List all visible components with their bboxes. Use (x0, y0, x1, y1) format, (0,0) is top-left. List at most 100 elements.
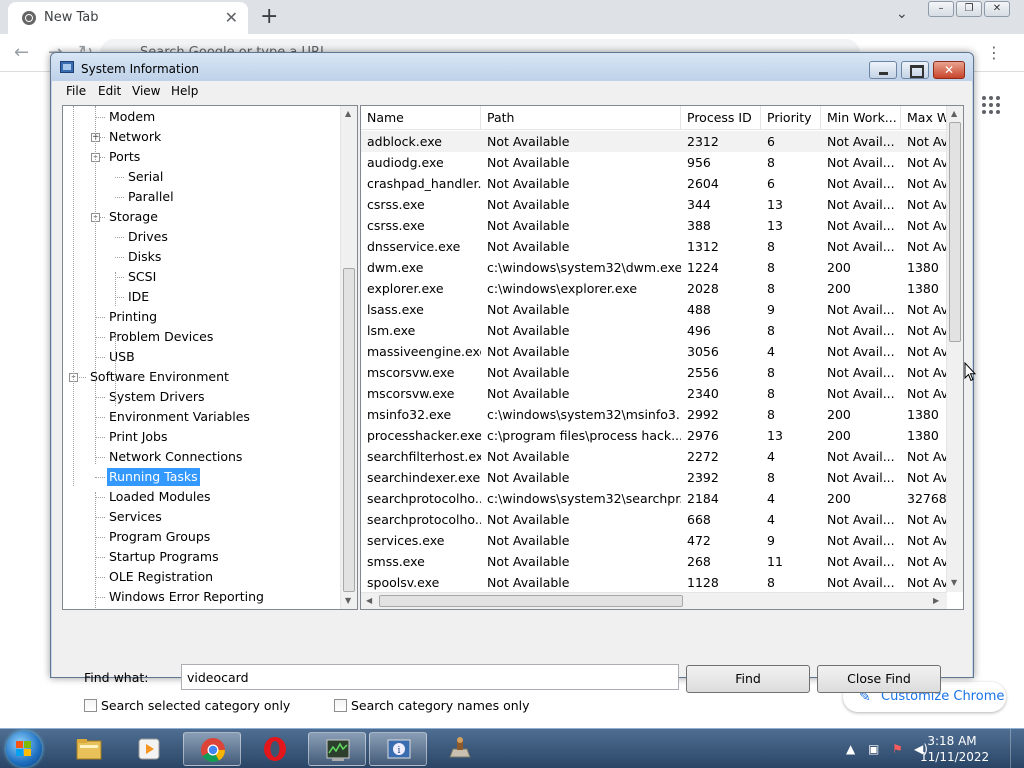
list-hscroll-thumb[interactable] (379, 595, 683, 607)
tab-search-chevron-icon[interactable]: ⌄ (896, 6, 908, 22)
taskbar-utility[interactable] (431, 732, 489, 766)
table-row[interactable]: csrss.exe Not Available 344 13 Not Avail... N… (361, 194, 959, 215)
taskbar-clock[interactable]: 3:18 AM 11/11/2022 (920, 733, 989, 765)
running-tasks-list[interactable]: Name Path Process ID Priority Min Work... Max… (360, 105, 964, 610)
table-row[interactable]: lsm.exe Not Available 496 8 Not Avail... Not … (361, 320, 959, 341)
taskbar-chrome[interactable] (183, 732, 241, 766)
tree-item[interactable]: Storage (107, 208, 160, 226)
tree-item[interactable]: Parallel (126, 188, 176, 206)
column-header[interactable]: Min Work... (821, 106, 901, 130)
taskbar-explorer[interactable] (60, 732, 118, 766)
tree-item[interactable]: Ports (107, 148, 142, 166)
chrome-close-button[interactable]: ✕ (984, 1, 1010, 17)
table-row[interactable]: crashpad_handler... Not Available 2604 6 Not… (361, 173, 959, 194)
tree-vertical-scrollbar[interactable]: ▲ ▼ (340, 106, 357, 609)
window-titlebar[interactable]: System Information ✕ (51, 53, 973, 83)
table-row[interactable]: adblock.exe Not Available 2312 6 Not Avail..… (361, 131, 959, 152)
new-tab-button[interactable]: + (260, 4, 278, 29)
table-row[interactable]: mscorsvw.exe Not Available 2556 8 Not Avail.… (361, 362, 959, 383)
table-row[interactable]: spoolsv.exe Not Available 1128 8 Not Avail..… (361, 572, 959, 593)
tree-item[interactable]: Printing (107, 308, 159, 326)
scroll-up-arrow-icon[interactable]: ▲ (951, 109, 957, 118)
list-vertical-scrollbar[interactable]: ▲ ▼ (946, 106, 963, 592)
show-desktop-button[interactable] (1010, 729, 1024, 768)
close-button[interactable]: ✕ (933, 61, 965, 79)
list-vscroll-thumb[interactable] (949, 122, 961, 342)
column-header[interactable]: Priority (761, 106, 821, 130)
table-row[interactable]: searchfilterhost.exe Not Available 2272 4 No… (361, 446, 959, 467)
category-tree[interactable]: Modem Network + Ports – Serial Parallel Storage… (62, 105, 358, 610)
back-arrow-icon[interactable]: ← (14, 42, 29, 63)
tree-item[interactable]: Drives (126, 228, 170, 246)
tree-item[interactable]: Problem Devices (107, 328, 215, 346)
table-row[interactable]: explorer.exe c:\windows\explorer.exe 2028 8… (361, 278, 947, 299)
table-row[interactable]: mscorsvw.exe Not Available 2340 8 Not Avail.… (361, 383, 959, 404)
checkbox-box[interactable] (84, 699, 97, 712)
table-row[interactable]: dwm.exe c:\windows\system32\dwm.exe 1224 8 2… (361, 257, 947, 278)
menu-help[interactable]: Help (171, 84, 198, 98)
menu-view[interactable]: View (132, 84, 160, 98)
table-row[interactable]: lsass.exe Not Available 488 9 Not Avail... No… (361, 299, 959, 320)
close-find-button[interactable]: Close Find (817, 665, 941, 693)
tab-close-icon[interactable]: ✕ (225, 8, 238, 27)
scroll-left-arrow-icon[interactable]: ◀ (366, 596, 372, 605)
column-header[interactable]: Process ID (681, 106, 761, 130)
tree-item[interactable]: Startup Programs (107, 548, 221, 566)
taskbar-system-information[interactable]: i (369, 732, 427, 766)
menu-file[interactable]: File (66, 84, 86, 98)
table-row[interactable]: searchprotocolho... Not Available 668 4 Not … (361, 509, 959, 530)
taskbar-media-player[interactable] (120, 732, 178, 766)
tree-item[interactable]: System Drivers (107, 388, 207, 406)
column-header[interactable]: Path (481, 106, 681, 130)
scroll-up-arrow-icon[interactable]: ▲ (345, 109, 351, 118)
tree-item[interactable]: Services (107, 508, 164, 526)
tree-item[interactable]: Modem (107, 108, 157, 126)
find-what-input[interactable] (181, 664, 679, 690)
table-row[interactable]: smss.exe Not Available 268 11 Not Avail... No… (361, 551, 959, 572)
chrome-restore-button[interactable]: ❐ (956, 1, 982, 17)
tree-item[interactable]: Print Jobs (107, 428, 170, 446)
checkbox-box[interactable] (334, 699, 347, 712)
chrome-minimize-button[interactable]: – (928, 1, 954, 17)
scroll-down-arrow-icon[interactable]: ▼ (345, 596, 351, 605)
chrome-menu-icon[interactable]: ⋮ (986, 43, 1002, 62)
scroll-right-arrow-icon[interactable]: ▶ (933, 596, 939, 605)
table-row[interactable]: csrss.exe Not Available 388 13 Not Avail... N… (361, 215, 959, 236)
list-horizontal-scrollbar[interactable]: ◀ ▶ (361, 592, 947, 609)
table-row[interactable]: audiodg.exe Not Available 956 8 Not Avail...… (361, 152, 959, 173)
tree-item[interactable]: Serial (126, 168, 165, 186)
google-apps-icon[interactable] (982, 96, 1000, 114)
table-row[interactable]: services.exe Not Available 472 9 Not Avail..… (361, 530, 959, 551)
tree-item[interactable]: Disks (126, 248, 163, 266)
tree-item[interactable]: Network (107, 128, 163, 146)
table-row[interactable]: processhacker.exe c:\program files\proces… (361, 425, 947, 446)
minimize-button[interactable] (869, 61, 897, 79)
find-button[interactable]: Find (686, 665, 810, 693)
taskbar-opera[interactable] (246, 732, 304, 766)
tree-item[interactable]: IDE (126, 288, 151, 306)
table-row[interactable]: massiveengine.exe Not Available 3056 4 Not A… (361, 341, 959, 362)
maximize-button[interactable] (901, 61, 929, 79)
column-header[interactable]: Name (361, 106, 481, 130)
table-row[interactable]: msinfo32.exe c:\windows\system32\msinfo3.… (361, 404, 947, 425)
tree-item[interactable]: Windows Error Reporting (107, 588, 266, 606)
tree-item[interactable]: Environment Variables (107, 408, 252, 426)
table-row[interactable]: searchindexer.exe Not Available 2392 8 Not A… (361, 467, 959, 488)
table-row[interactable]: searchprotocolho... c:\windows\system32\s… (361, 488, 947, 509)
tree-item[interactable]: SCSI (126, 268, 158, 286)
menu-edit[interactable]: Edit (98, 84, 121, 98)
scroll-down-arrow-icon[interactable]: ▼ (951, 578, 957, 587)
taskbar-process-hacker[interactable] (308, 732, 366, 766)
tree-item[interactable]: Software Environment (88, 368, 231, 386)
table-row[interactable]: dnsservice.exe Not Available 1312 8 Not Avai… (361, 236, 959, 257)
tree-item[interactable]: Running Tasks (107, 468, 200, 486)
action-center-icon[interactable]: ⚑ (892, 742, 903, 756)
tree-scroll-thumb[interactable] (343, 268, 355, 592)
show-hidden-icons-icon[interactable]: ▲ (846, 742, 855, 756)
chrome-tab-new-tab[interactable]: New Tab ✕ (8, 2, 248, 34)
tree-item[interactable]: Network Connections (107, 448, 244, 466)
tree-item[interactable]: Loaded Modules (107, 488, 213, 506)
network-icon[interactable]: ▣ (868, 742, 879, 756)
tree-item[interactable]: OLE Registration (107, 568, 215, 586)
tree-item[interactable]: Program Groups (107, 528, 212, 546)
